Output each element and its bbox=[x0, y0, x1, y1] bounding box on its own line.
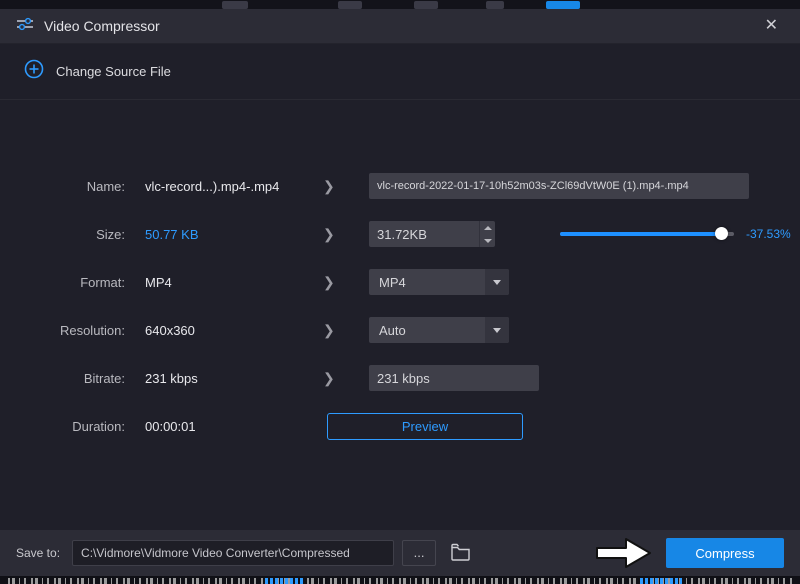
dropdown-caret-zone bbox=[485, 317, 509, 343]
compressor-tune-icon bbox=[16, 17, 34, 36]
size-input[interactable] bbox=[369, 221, 479, 247]
dropdown-caret-zone bbox=[485, 269, 509, 295]
background-tab-icon bbox=[486, 1, 504, 9]
bitrate-label: Bitrate: bbox=[0, 371, 125, 386]
row-size: Size: 50.77 KB ❯ -37.53% bbox=[0, 220, 800, 248]
size-stepper bbox=[479, 221, 495, 247]
row-bitrate: Bitrate: 231 kbps ❯ bbox=[0, 364, 800, 392]
resolution-label: Resolution: bbox=[0, 323, 125, 338]
duration-current-value: 00:00:01 bbox=[145, 419, 315, 434]
size-current-value: 50.77 KB bbox=[145, 227, 315, 242]
slider-handle[interactable] bbox=[715, 227, 728, 240]
row-resolution: Resolution: 640x360 ❯ Auto bbox=[0, 316, 800, 344]
format-current-value: MP4 bbox=[145, 275, 315, 290]
background-active-tab-icon bbox=[546, 1, 580, 9]
row-format: Format: MP4 ❯ MP4 bbox=[0, 268, 800, 296]
background-app-strip bbox=[0, 0, 800, 9]
dialog-title: Video Compressor bbox=[44, 18, 160, 34]
save-to-label: Save to: bbox=[16, 546, 60, 560]
chevron-right-icon: ❯ bbox=[323, 274, 337, 291]
background-tab-icon bbox=[222, 1, 248, 9]
resolution-select[interactable]: Auto bbox=[369, 317, 509, 343]
stepper-up-icon[interactable] bbox=[480, 221, 495, 234]
size-reduction-percent: -37.53% bbox=[746, 227, 791, 241]
change-source-file-label: Change Source File bbox=[56, 64, 171, 79]
preview-button[interactable]: Preview bbox=[327, 413, 523, 440]
format-label: Format: bbox=[0, 275, 125, 290]
footer-bar: Save to: ... Compress bbox=[0, 530, 800, 576]
browse-more-button[interactable]: ... bbox=[402, 540, 436, 566]
resolution-current-value: 640x360 bbox=[145, 323, 315, 338]
chevron-right-icon: ❯ bbox=[323, 226, 337, 243]
size-label: Size: bbox=[0, 227, 125, 242]
clipped-link-fragment bbox=[640, 578, 682, 584]
format-selected-value: MP4 bbox=[369, 275, 485, 290]
close-icon[interactable]: ✕ bbox=[759, 14, 784, 38]
row-duration: Duration: 00:00:01 Preview bbox=[0, 412, 800, 440]
bitrate-input[interactable] bbox=[369, 365, 539, 391]
background-tab-icon bbox=[414, 1, 438, 9]
change-source-file-button[interactable]: Change Source File bbox=[0, 44, 800, 100]
open-folder-button[interactable] bbox=[450, 543, 471, 564]
name-input[interactable] bbox=[369, 173, 749, 199]
dialog-header: Video Compressor ✕ bbox=[0, 9, 800, 44]
format-select[interactable]: MP4 bbox=[369, 269, 509, 295]
add-circle-icon bbox=[24, 59, 44, 84]
save-path-input[interactable] bbox=[72, 540, 394, 566]
size-slider[interactable] bbox=[560, 232, 734, 236]
clipped-background-text bbox=[0, 576, 800, 584]
compress-button[interactable]: Compress bbox=[666, 538, 784, 568]
pointer-arrow-graphic bbox=[594, 534, 654, 572]
stepper-down-icon[interactable] bbox=[480, 234, 495, 247]
clipped-link-fragment bbox=[265, 578, 303, 584]
resolution-selected-value: Auto bbox=[369, 323, 485, 338]
chevron-right-icon: ❯ bbox=[323, 322, 337, 339]
duration-label: Duration: bbox=[0, 419, 125, 434]
row-name: Name: vlc-record...).mp4-.mp4 ❯ bbox=[0, 172, 800, 200]
name-label: Name: bbox=[0, 179, 125, 194]
bitrate-current-value: 231 kbps bbox=[145, 371, 315, 386]
chevron-right-icon: ❯ bbox=[323, 178, 337, 195]
name-current-value: vlc-record...).mp4-.mp4 bbox=[145, 179, 315, 194]
chevron-down-icon bbox=[493, 280, 501, 285]
background-tab-icon bbox=[338, 1, 362, 9]
chevron-right-icon: ❯ bbox=[323, 370, 337, 387]
compressor-form: Name: vlc-record...).mp4-.mp4 ❯ Size: 50… bbox=[0, 100, 800, 440]
open-folder-icon bbox=[450, 543, 471, 564]
video-compressor-dialog: Video Compressor ✕ Change Source File Na… bbox=[0, 0, 800, 584]
slider-fill bbox=[560, 232, 722, 236]
chevron-down-icon bbox=[493, 328, 501, 333]
